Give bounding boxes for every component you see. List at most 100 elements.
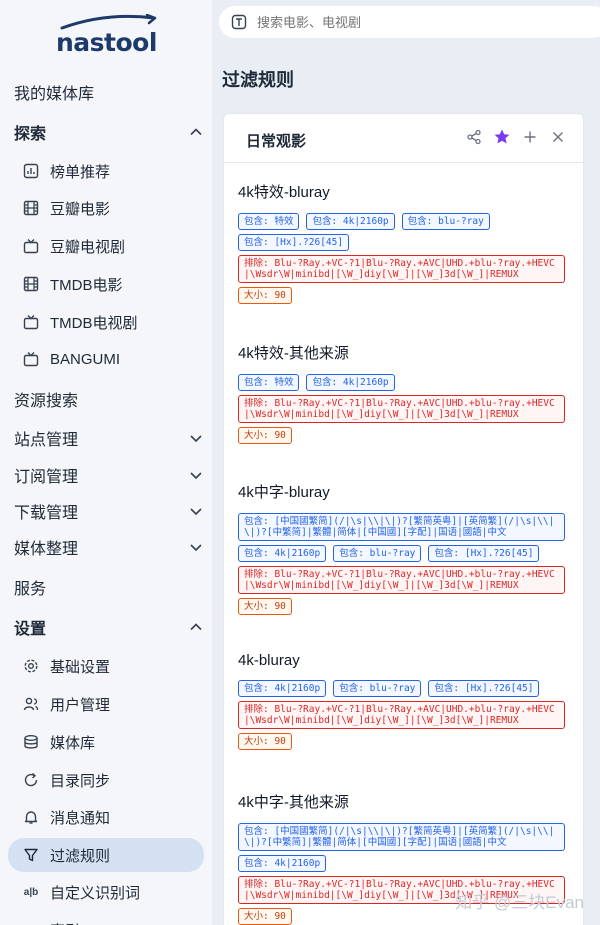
sidebar-item-label: 用户管理 bbox=[50, 696, 111, 714]
refresh-icon bbox=[22, 771, 40, 789]
film-icon bbox=[22, 199, 40, 217]
include-tag: 包含: 4k|2160p bbox=[238, 680, 327, 697]
size-tag: 大小: 90 bbox=[238, 598, 292, 615]
film-icon bbox=[22, 275, 40, 293]
sidebar-group-label: 设置 bbox=[14, 621, 47, 638]
search-type-icon[interactable] bbox=[231, 14, 247, 30]
star-icon[interactable] bbox=[493, 128, 511, 146]
logo-text: nastool bbox=[56, 28, 157, 57]
text-recognition-icon: a|b bbox=[23, 886, 39, 898]
sidebar-item-label: 豆瓣电影 bbox=[50, 200, 111, 218]
sidebar-item-douban-movie[interactable]: 豆瓣电影 bbox=[8, 191, 204, 225]
sidebar-group-settings[interactable]: 设置 bbox=[14, 609, 204, 645]
search-bar[interactable] bbox=[219, 6, 600, 38]
sidebar-group-download-mgmt[interactable]: 下载管理 bbox=[14, 493, 204, 529]
sidebar-item-notifications[interactable]: 消息通知 bbox=[8, 800, 204, 834]
sidebar-group-label: 探索 bbox=[14, 126, 47, 143]
card-actions bbox=[465, 128, 567, 146]
share-icon[interactable] bbox=[465, 128, 483, 146]
include-tag: 包含: 4k|2160p bbox=[306, 374, 395, 391]
filter-rule[interactable]: 4k-bluray 包含: 4k|2160p 包含: blu-?ray 包含: … bbox=[238, 652, 566, 750]
sidebar-item-resource-search[interactable]: 资源搜索 bbox=[14, 381, 204, 417]
filter-rule[interactable]: 4k特效-其他来源 包含: 特效 包含: 4k|2160p 排除: Blu-?R… bbox=[238, 342, 566, 444]
sidebar-item-service[interactable]: 服务 bbox=[14, 569, 204, 605]
include-tag: 包含: [中国國繁简](/|\s|\\|\|)?[繁简英粤]|[英简繁](/|\… bbox=[238, 513, 565, 541]
include-tag: 包含: [Hx].?26[45] bbox=[238, 234, 350, 251]
filter-rule[interactable]: 4k中字-bluray 包含: [中国國繁简](/|\s|\\|\|)?[繁简英… bbox=[238, 481, 566, 615]
include-tag: 包含: [Hx].?26[45] bbox=[428, 680, 540, 697]
exclude-tag: 排除: Blu-?Ray.+VC-?1|Blu-?Ray.+AVC|UHD.+b… bbox=[238, 395, 565, 423]
sidebar-item-label: BANGUMI bbox=[50, 350, 121, 368]
sidebar-item-tmdb-tv[interactable]: TMDB电视剧 bbox=[8, 305, 204, 339]
sidebar-item-label: 索引 bbox=[50, 920, 80, 925]
card-title: 日常观影 bbox=[246, 133, 307, 150]
rule-tags: 包含: 特效 包含: 4k|2160p 排除: Blu-?Ray.+VC-?1|… bbox=[238, 374, 566, 444]
exclude-tag: 排除: Blu-?Ray.+VC-?1|Blu-?Ray.+AVC|UHD.+b… bbox=[238, 701, 565, 729]
sidebar-item-user-mgmt[interactable]: 用户管理 bbox=[8, 687, 204, 721]
filter-rule-group-card: 日常观影 4k特效-bluray 包含: 特效 包含: 4k|2160p 包含:… bbox=[223, 113, 584, 925]
sidebar-item-douban-tv[interactable]: 豆瓣电视剧 bbox=[8, 229, 204, 263]
chart-icon bbox=[22, 162, 40, 180]
chevron-up-icon bbox=[190, 128, 202, 136]
rule-tags: 包含: [中国國繁简](/|\s|\\|\|)?[繁简英粤]|[英简繁](/|\… bbox=[238, 513, 566, 615]
tv-icon bbox=[22, 350, 40, 368]
size-tag: 大小: 90 bbox=[238, 427, 292, 444]
list-icon bbox=[22, 921, 40, 925]
sidebar-group-site-mgmt[interactable]: 站点管理 bbox=[14, 420, 204, 456]
close-icon[interactable] bbox=[549, 128, 567, 146]
nastool-logo[interactable]: nastool bbox=[56, 14, 158, 57]
include-tag: 包含: 特效 bbox=[238, 374, 300, 391]
sidebar-item-label: 资源搜索 bbox=[14, 393, 79, 410]
include-tag: 包含: blu-?ray bbox=[333, 545, 422, 562]
sidebar-item-indexer[interactable]: 索引 bbox=[8, 913, 204, 925]
sidebar-item-label: 基础设置 bbox=[50, 658, 111, 676]
rule-name: 4k特效-其他来源 bbox=[238, 345, 349, 362]
sidebar-group-subscribe-mgmt[interactable]: 订阅管理 bbox=[14, 457, 204, 493]
rule-tags: 包含: 特效 包含: 4k|2160p 包含: blu-?ray 包含: [Hx… bbox=[238, 213, 566, 304]
sidebar-item-rankings[interactable]: 榜单推荐 bbox=[8, 154, 204, 188]
chevron-up-icon bbox=[190, 623, 202, 631]
rule-tags: 包含: 4k|2160p 包含: blu-?ray 包含: [Hx].?26[4… bbox=[238, 680, 566, 750]
chevron-down-icon bbox=[190, 544, 202, 552]
filter-icon bbox=[22, 846, 40, 864]
sidebar-item-label: TMDB电视剧 bbox=[50, 314, 138, 332]
include-tag: 包含: 4k|2160p bbox=[238, 855, 327, 872]
sidebar-item-basic-settings[interactable]: 基础设置 bbox=[8, 649, 204, 683]
sidebar-group-explore[interactable]: 探索 bbox=[14, 114, 204, 150]
sidebar-group-label: 订阅管理 bbox=[14, 469, 79, 486]
sidebar: nastool 我的媒体库 探索 榜单推荐 豆瓣电影 豆瓣电视剧 TMDB电影 … bbox=[0, 0, 212, 925]
size-tag: 大小: 90 bbox=[238, 287, 292, 304]
sidebar-item-media-library[interactable]: 我的媒体库 bbox=[14, 74, 204, 110]
gear-icon bbox=[22, 657, 40, 675]
include-tag: 包含: 4k|2160p bbox=[306, 213, 395, 230]
sidebar-item-label: TMDB电影 bbox=[50, 276, 123, 294]
size-tag: 大小: 90 bbox=[238, 908, 292, 925]
sidebar-item-label: 自定义识别词 bbox=[50, 884, 141, 902]
include-tag: 包含: [中国國繁简](/|\s|\\|\|)?[繁简英粤]|[英简繁](/|\… bbox=[238, 823, 565, 851]
filter-rule[interactable]: 4k特效-bluray 包含: 特效 包含: 4k|2160p 包含: blu-… bbox=[238, 181, 566, 304]
sidebar-item-label: 消息通知 bbox=[50, 809, 111, 827]
disk-icon bbox=[22, 733, 40, 751]
watermark: 知乎 @三块Evan bbox=[455, 893, 584, 912]
sidebar-item-media-library-settings[interactable]: 媒体库 bbox=[8, 725, 204, 759]
chevron-down-icon bbox=[190, 472, 202, 480]
bell-icon bbox=[22, 808, 40, 826]
sidebar-item-label: 榜单推荐 bbox=[50, 163, 111, 181]
rule-name: 4k-bluray bbox=[238, 652, 300, 669]
size-tag: 大小: 90 bbox=[238, 733, 292, 750]
chevron-down-icon bbox=[190, 435, 202, 443]
sidebar-item-tmdb-movie[interactable]: TMDB电影 bbox=[8, 267, 204, 301]
exclude-tag: 排除: Blu-?Ray.+VC-?1|Blu-?Ray.+AVC|UHD.+b… bbox=[238, 566, 565, 594]
sidebar-item-dir-sync[interactable]: 目录同步 bbox=[8, 763, 204, 797]
sidebar-item-filter-rules[interactable]: 过滤规则 bbox=[8, 838, 204, 872]
rule-name: 4k中字-bluray bbox=[238, 484, 330, 501]
page-title: 过滤规则 bbox=[222, 70, 294, 90]
rule-name: 4k特效-bluray bbox=[238, 184, 330, 201]
rule-name: 4k中字-其他来源 bbox=[238, 794, 349, 811]
sidebar-group-media-organize[interactable]: 媒体整理 bbox=[14, 529, 204, 565]
sidebar-item-label: 我的媒体库 bbox=[14, 86, 95, 103]
sidebar-item-custom-words[interactable]: a|b 自定义识别词 bbox=[8, 875, 204, 909]
sidebar-item-bangumi[interactable]: BANGUMI bbox=[8, 342, 204, 376]
search-input[interactable] bbox=[257, 14, 557, 30]
add-icon[interactable] bbox=[521, 128, 539, 146]
